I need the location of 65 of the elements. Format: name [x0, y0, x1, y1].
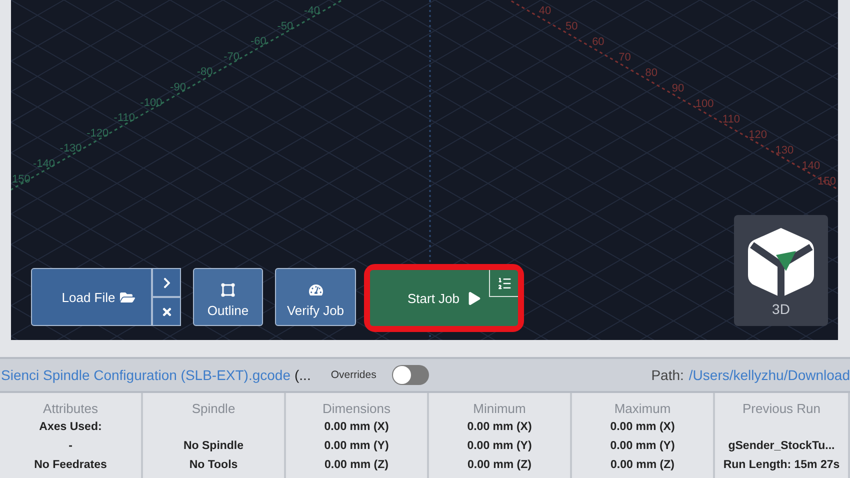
stat-value: 0.00 mm (X) [324, 420, 389, 435]
axis-label: -140 [32, 158, 56, 170]
axis-label: 140 [802, 160, 820, 172]
axis-label: -70 [224, 50, 240, 63]
column-title: Maximum [614, 400, 671, 418]
axis-label: -100 [140, 96, 162, 109]
axis-label: 50 [565, 20, 578, 32]
gauge-icon [308, 282, 322, 296]
stat-value: 0.00 mm (Y) [467, 439, 532, 454]
column-title: Previous Run [742, 400, 821, 418]
stat-value: Axes Used: [39, 420, 102, 435]
stat-value: No Tools [189, 458, 238, 473]
stat-value: - [68, 439, 72, 454]
recent-files-button[interactable] [152, 268, 181, 297]
verify-job-button[interactable]: Verify Job [275, 268, 356, 326]
axis-label: 80 [645, 67, 658, 79]
outline-button[interactable]: Outline [193, 268, 263, 326]
view-cube-button[interactable]: 3D [734, 215, 828, 326]
axis-label: 70 [618, 52, 631, 64]
axis-label: 90 [672, 82, 684, 94]
axis-label: -80 [196, 66, 213, 78]
overrides-label: Overrides [330, 369, 376, 381]
job-options-button[interactable] [489, 270, 518, 297]
stat-value: Run Length: 15m 27s [723, 458, 840, 473]
axis-label: -90 [170, 82, 186, 94]
start-job-button[interactable]: Start Job [370, 270, 518, 326]
list-icon [496, 276, 512, 290]
axis-label: 150 [818, 176, 836, 188]
column-title: Minimum [473, 400, 526, 418]
axis-label: -60 [250, 36, 266, 48]
load-file-button[interactable]: Load File [31, 268, 152, 326]
stat-value: 0.00 mm (Y) [610, 439, 675, 454]
axis-label: -130 [60, 142, 82, 155]
axis-label: 130 [775, 144, 794, 156]
stat-value: No Spindle [183, 439, 244, 454]
stat-value: 0.00 mm (Y) [324, 439, 389, 454]
column-title: Dimensions [322, 400, 390, 418]
axis-label: 150 [12, 173, 30, 186]
overrides-toggle[interactable] [392, 365, 430, 385]
axis-label: 40 [538, 5, 552, 17]
axis-label: -50 [277, 20, 294, 32]
stat-value: 0.00 mm (X) [610, 420, 675, 435]
stat-value: 0.00 mm (Z) [324, 458, 388, 473]
column-title: Spindle [192, 400, 236, 418]
stat-value: No Feedrates [34, 458, 107, 473]
axis-label: 110 [722, 114, 740, 126]
close-icon [160, 306, 172, 318]
column-title: Attributes [43, 400, 98, 418]
axis-label: -110 [114, 112, 135, 124]
close-file-button[interactable] [152, 297, 181, 326]
path-label: Path: [651, 367, 684, 383]
axis-label: 100 [695, 98, 714, 110]
stat-value: 0.00 mm (Z) [468, 458, 532, 473]
stat-value: 0.00 mm (X) [467, 420, 532, 435]
axis-label: 120 [748, 129, 767, 141]
outline-icon [221, 282, 235, 296]
folder-icon [120, 290, 136, 304]
viewport-canvas[interactable]: -40 -50 -60 -70 -80 -90 -100 -110 -120 -130 -140 150 40 50 60 70 80 90 100 110 120 130 140 150 Load File Outline Verify Job Start Job 3D [11, 0, 838, 340]
axis-label: 60 [592, 36, 604, 48]
axis-label: -40 [304, 5, 320, 17]
stat-value: 0.00 mm (Z) [610, 458, 674, 473]
play-icon [468, 292, 481, 304]
axis-label: -120 [86, 127, 109, 140]
stat-value: gSender_StockTu... [728, 439, 835, 454]
file-size-text: (... [294, 367, 311, 383]
